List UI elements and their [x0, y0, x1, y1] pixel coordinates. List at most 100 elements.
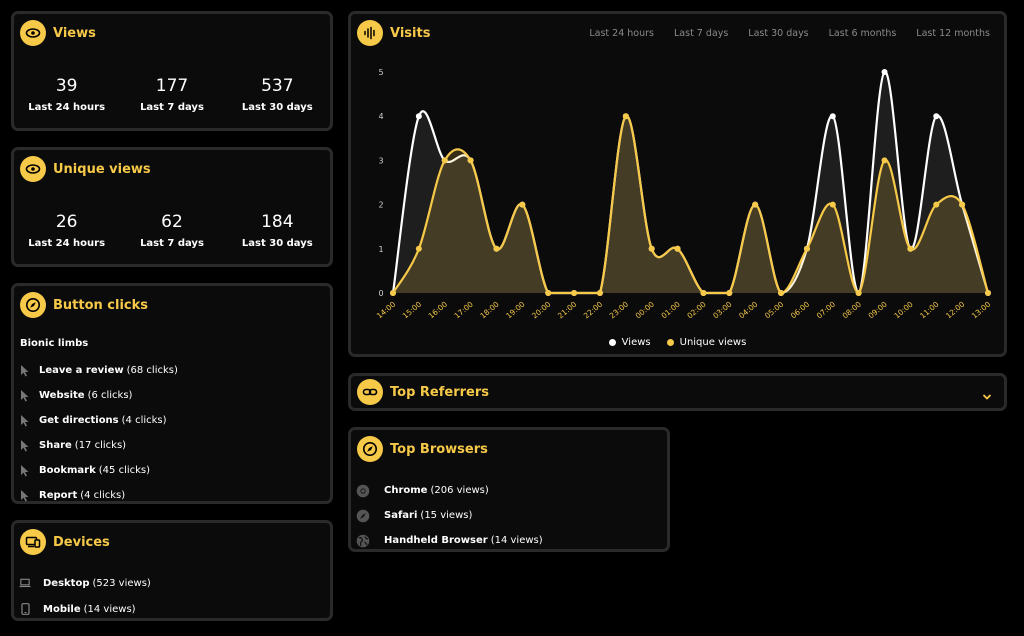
data-point: [674, 245, 681, 252]
data-point: [415, 113, 422, 120]
y-tick-label: 1: [378, 245, 383, 254]
data-point: [493, 245, 500, 252]
stat-24h: 39 Last 24 hours: [14, 76, 119, 113]
data-point: [752, 201, 759, 208]
x-tick-label: 11:00: [918, 299, 941, 320]
x-tick-label: 08:00: [841, 299, 864, 320]
stat-value: 26: [55, 212, 78, 232]
legend-item-views[interactable]: Views: [608, 337, 651, 348]
x-tick-label: 02:00: [685, 299, 708, 320]
legend-item-unique-views[interactable]: Unique views: [666, 337, 747, 348]
x-tick-label: 06:00: [789, 299, 812, 320]
button-clicks-list: Leave a review (68 clicks) Website (6 clic…: [19, 358, 178, 508]
item-name: Safari: [384, 510, 418, 521]
data-point: [881, 157, 888, 164]
y-tick-label: 2: [378, 201, 383, 210]
list-item: Website (6 clicks): [19, 383, 178, 408]
list-item: Mobile (14 views): [19, 596, 151, 622]
y-tick-label: 0: [378, 289, 383, 298]
views-stats: 39 Last 24 hours 177 Last 7 days 537 Las…: [14, 76, 330, 113]
data-point: [700, 290, 707, 296]
unique-views-stats: 26 Last 24 hours 62 Last 7 days 184 Last…: [14, 212, 330, 249]
x-tick-label: 23:00: [608, 299, 631, 320]
chart-legend: Views Unique views: [351, 337, 1004, 348]
stat-label: Last 7 days: [140, 238, 204, 249]
stat-label: Last 7 days: [140, 102, 204, 113]
top-referrers-card[interactable]: Top Referrers: [348, 373, 1007, 411]
item-name: Bookmark: [39, 465, 96, 476]
x-tick-label: 03:00: [711, 299, 734, 320]
x-tick-label: 20:00: [530, 299, 553, 320]
stat-label: Last 24 hours: [28, 238, 106, 249]
y-tick-label: 5: [378, 68, 383, 77]
x-tick-label: 07:00: [815, 299, 838, 320]
globe-icon: [356, 534, 370, 548]
data-point: [985, 290, 991, 296]
list-item: Safari (15 views): [356, 503, 543, 528]
legend-label: Unique views: [679, 337, 747, 348]
devices-icon: [20, 529, 46, 555]
list-item: Get directions (4 clicks): [19, 408, 178, 433]
y-tick-label: 3: [378, 156, 383, 165]
cursor-icon: [19, 364, 31, 377]
data-point: [415, 245, 422, 252]
item-count: (14 views): [490, 535, 543, 546]
devices-title: Devices: [53, 534, 110, 550]
item-count: (4 clicks): [121, 415, 167, 426]
item-count: (15 views): [420, 510, 473, 521]
data-point: [648, 245, 655, 252]
chevron-down-icon[interactable]: [982, 386, 992, 405]
item-name: Chrome: [384, 485, 428, 496]
views-title: Views: [53, 25, 96, 41]
x-tick-label: 19:00: [504, 299, 527, 320]
x-tick-label: 13:00: [970, 299, 993, 320]
item-count: (206 views): [430, 485, 489, 496]
data-point: [881, 69, 888, 75]
browsers-list: Chrome (206 views) Safari (15 views) Handh…: [356, 478, 543, 553]
top-browsers-title: Top Browsers: [390, 441, 488, 457]
cursor-icon: [19, 464, 31, 477]
profile-name: Bionic limbs: [20, 338, 89, 349]
cursor-icon: [19, 389, 31, 402]
data-point: [596, 290, 603, 296]
item-name: Report: [39, 490, 78, 501]
x-tick-label: 01:00: [660, 299, 683, 320]
data-point: [803, 245, 810, 252]
devices-list: Desktop (523 views) Mobile (14 views): [19, 570, 151, 622]
eye-icon: [20, 20, 46, 46]
x-tick-label: 16:00: [427, 299, 450, 320]
eye-icon: [20, 156, 46, 182]
cursor-icon: [19, 414, 31, 427]
compass-icon: [20, 292, 46, 318]
x-tick-label: 14:00: [375, 299, 398, 320]
item-count: (6 clicks): [87, 390, 133, 401]
x-tick-label: 00:00: [634, 299, 657, 320]
item-count: (45 clicks): [98, 465, 151, 476]
stat-value: 39: [55, 76, 78, 96]
top-referrers-title: Top Referrers: [390, 384, 489, 400]
x-tick-label: 05:00: [763, 299, 786, 320]
unique-views-title: Unique views: [53, 161, 151, 177]
link-icon: [357, 379, 383, 405]
devices-card: Devices Desktop (523 views) Mobile (14 vie…: [11, 520, 333, 621]
data-point: [390, 290, 396, 296]
data-point: [829, 201, 836, 208]
legend-dot-unique-views: [666, 339, 674, 346]
button-clicks-title: Button clicks: [53, 297, 149, 313]
item-count: (68 clicks): [126, 365, 178, 376]
item-name: Handheld Browser: [384, 535, 488, 546]
data-point: [519, 201, 526, 208]
cursor-icon: [19, 439, 31, 452]
item-name: Get directions: [39, 415, 119, 426]
stat-value: 177: [155, 76, 189, 96]
x-tick-label: 04:00: [737, 299, 760, 320]
views-card: Views 39 Last 24 hours 177 Last 7 days 5…: [11, 11, 333, 131]
item-count: (523 views): [92, 577, 151, 589]
data-point: [907, 245, 914, 252]
top-browsers-card: Top Browsers Chrome (206 views) Safari (15…: [348, 427, 670, 552]
stat-value: 184: [261, 212, 294, 232]
item-name: Website: [39, 390, 85, 401]
item-name: Share: [39, 440, 72, 451]
stat-7d: 62 Last 7 days: [119, 212, 224, 249]
stat-7d: 177 Last 7 days: [119, 76, 224, 113]
